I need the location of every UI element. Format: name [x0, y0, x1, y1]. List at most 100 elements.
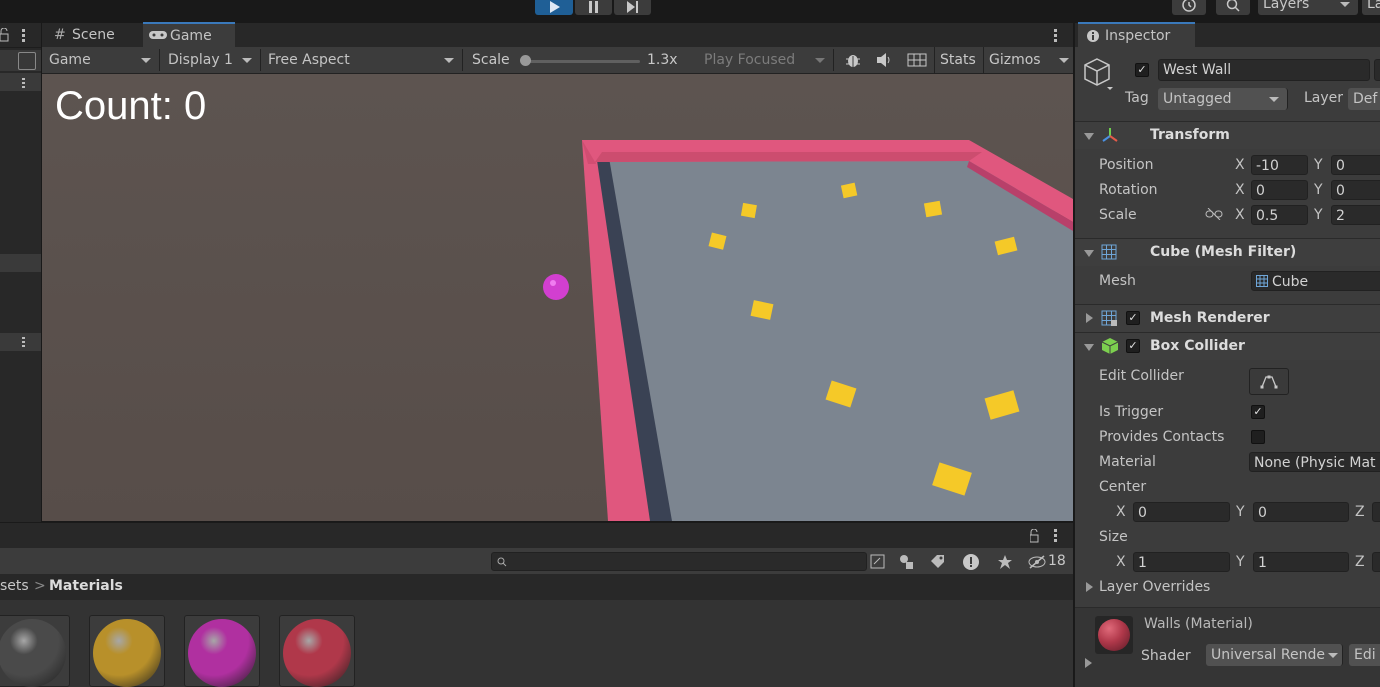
material-sphere — [188, 619, 256, 687]
is-trigger-checkbox[interactable]: ✓ — [1251, 405, 1265, 419]
material-thumbnail[interactable] — [89, 615, 165, 687]
material-thumbnail[interactable] — [279, 615, 355, 687]
axis-y-label: Y — [1314, 207, 1323, 223]
mesh-object-field[interactable]: Cube — [1251, 271, 1380, 291]
tab-game[interactable]: Game — [143, 22, 235, 48]
shader-dropdown[interactable]: Universal Rende — [1206, 644, 1343, 666]
transform-header[interactable]: Transform — [1075, 121, 1380, 149]
provides-contacts-checkbox[interactable] — [1251, 430, 1265, 444]
tag-icon[interactable] — [930, 554, 946, 570]
layer-dropdown[interactable]: Def — [1348, 88, 1380, 110]
step-button[interactable] — [614, 0, 651, 15]
physic-material-field[interactable]: None (Physic Mat — [1249, 452, 1380, 472]
layer-overrides-label[interactable]: Layer Overrides — [1099, 579, 1210, 595]
game-dropdown[interactable]: Game — [44, 49, 160, 71]
kebab-menu-icon[interactable] — [1054, 29, 1058, 43]
layout-dropdown[interactable]: La — [1362, 0, 1380, 15]
static-dropdown[interactable] — [1374, 59, 1380, 81]
search-icon — [497, 557, 507, 567]
star-icon[interactable] — [997, 554, 1013, 570]
play-focused-dropdown[interactable]: Play Focused — [699, 49, 834, 71]
add-icon[interactable] — [18, 52, 36, 70]
edit-shader-button[interactable]: Edi — [1349, 644, 1380, 666]
filter-icon[interactable] — [870, 554, 886, 570]
mesh-renderer-title: Mesh Renderer — [1150, 310, 1270, 326]
kebab-menu-icon[interactable] — [22, 78, 26, 90]
display-dropdown[interactable]: Display 1 — [163, 49, 261, 71]
hierarchy-item-selected[interactable] — [0, 254, 41, 272]
info-icon — [1087, 30, 1099, 42]
history-button[interactable] — [1172, 0, 1206, 15]
grid-icon[interactable] — [907, 53, 927, 67]
kebab-menu-icon[interactable] — [22, 29, 26, 43]
rotation-y-field[interactable]: 0 — [1331, 180, 1380, 200]
gizmos-button[interactable]: Gizmos — [989, 52, 1041, 68]
lock-icon[interactable] — [1030, 529, 1040, 543]
rotation-label: Rotation — [1099, 182, 1158, 198]
mesh-renderer-enabled-checkbox[interactable]: ✓ — [1126, 311, 1140, 325]
scale-slider-handle[interactable] — [520, 55, 531, 66]
axis-x-label: X — [1116, 554, 1126, 570]
size-x-field[interactable]: 1 — [1133, 552, 1230, 572]
type-filter-icon[interactable] — [899, 554, 915, 570]
material-sphere — [93, 619, 161, 687]
tag-dropdown[interactable]: Untagged — [1158, 88, 1288, 110]
mesh-filter-header[interactable]: Cube (Mesh Filter) — [1075, 238, 1380, 266]
size-y-field[interactable]: 1 — [1253, 552, 1349, 572]
breadcrumb-parent[interactable]: sets — [0, 578, 29, 594]
is-trigger-label: Is Trigger — [1099, 404, 1164, 420]
tab-scene-label: Scene — [72, 27, 115, 43]
lock-icon[interactable] — [0, 28, 10, 42]
warning-icon[interactable] — [962, 553, 980, 571]
stats-button[interactable]: Stats — [940, 52, 976, 68]
active-checkbox[interactable]: ✓ — [1135, 63, 1149, 77]
project-search-input[interactable] — [491, 552, 867, 571]
tab-scene[interactable]: # Scene — [52, 23, 142, 47]
scale-x-field[interactable]: 0.5 — [1251, 205, 1308, 225]
center-x-field[interactable]: 0 — [1133, 502, 1230, 522]
edit-collider-button[interactable] — [1249, 368, 1289, 395]
layers-dropdown[interactable]: Layers — [1258, 0, 1358, 15]
step-icon — [627, 1, 638, 13]
play-button[interactable] — [535, 0, 573, 15]
aspect-dropdown[interactable]: Free Aspect — [263, 49, 463, 71]
foldout-arrow-icon[interactable] — [1085, 658, 1092, 668]
kebab-menu-icon[interactable] — [22, 337, 26, 349]
axis-y-label: Y — [1314, 157, 1323, 173]
position-y-field[interactable]: 0 — [1331, 155, 1380, 175]
foldout-arrow-icon[interactable] — [1086, 582, 1093, 592]
center-y-field[interactable]: 0 — [1253, 502, 1349, 522]
play-icon — [550, 1, 560, 13]
material-thumbnail[interactable] — [0, 615, 70, 687]
unlink-icon[interactable] — [1205, 208, 1223, 220]
object-name-field[interactable]: West Wall — [1158, 59, 1370, 81]
eye-hidden-icon[interactable] — [1028, 555, 1048, 569]
mesh-renderer-header[interactable]: ✓ Mesh Renderer — [1075, 304, 1380, 332]
scale-slider[interactable] — [524, 60, 640, 63]
rotation-x-field[interactable]: 0 — [1251, 180, 1308, 200]
box-collider-header[interactable]: ✓ Box Collider — [1075, 332, 1380, 360]
search-button[interactable] — [1216, 0, 1250, 15]
scale-y-field[interactable]: 2 — [1331, 205, 1380, 225]
pause-button[interactable] — [575, 0, 612, 15]
foldout-arrow-icon — [1084, 133, 1094, 140]
center-z-field[interactable] — [1372, 502, 1380, 522]
foldout-arrow-icon — [1084, 344, 1094, 351]
chevron-down-icon[interactable] — [1059, 58, 1069, 63]
scale-label: Scale — [1099, 207, 1137, 223]
speaker-icon[interactable] — [876, 52, 894, 68]
foldout-arrow-icon — [1086, 313, 1093, 323]
tab-inspector[interactable]: Inspector — [1078, 22, 1195, 48]
material-preview — [1095, 616, 1133, 654]
material-thumbnail[interactable] — [184, 615, 260, 687]
box-collider-enabled-checkbox[interactable]: ✓ — [1126, 339, 1140, 353]
game-view-toolbar: Game Display 1 Free Aspect Scale 1.3x Pl… — [42, 47, 1073, 74]
shader-label: Shader — [1141, 648, 1191, 664]
game-viewport[interactable]: Count: 0 — [42, 74, 1073, 521]
edit-collider-label: Edit Collider — [1099, 368, 1184, 384]
chevron-down-icon — [444, 58, 454, 63]
bug-icon[interactable] — [844, 51, 862, 69]
kebab-menu-icon[interactable] — [1054, 529, 1058, 543]
size-z-field[interactable] — [1372, 552, 1380, 572]
position-x-field[interactable]: -10 — [1251, 155, 1308, 175]
